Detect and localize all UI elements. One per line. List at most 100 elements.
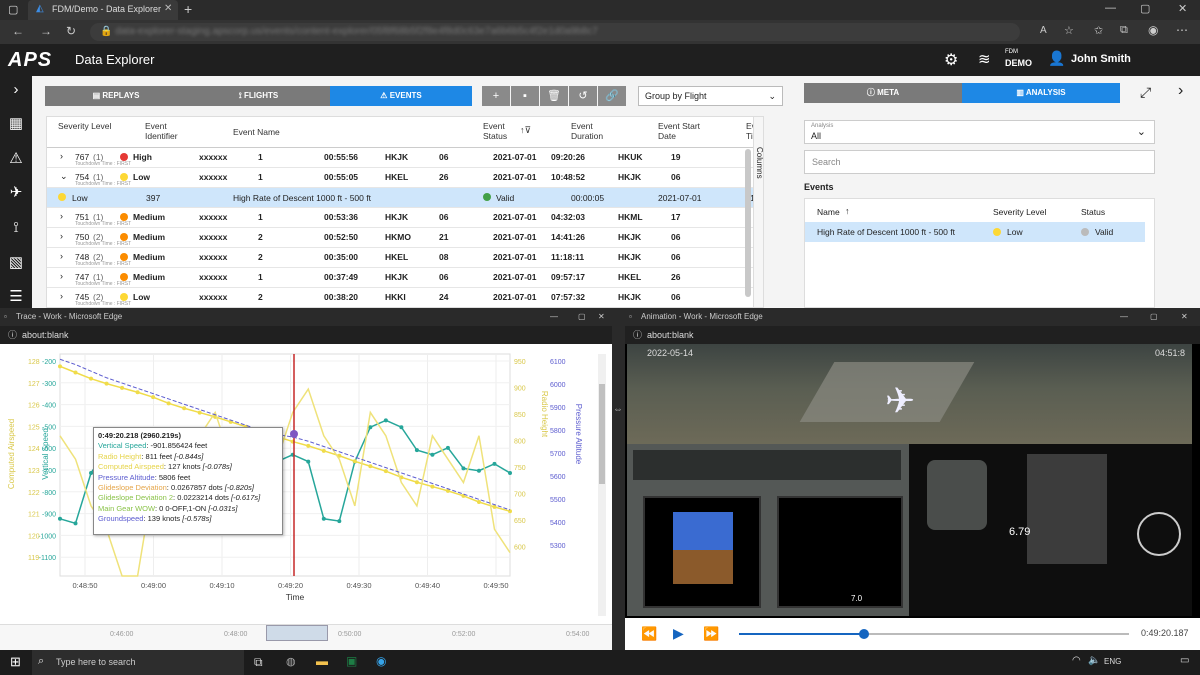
row-cell: HKJK — [618, 172, 642, 182]
maximize-icon[interactable]: ▢ — [1140, 2, 1150, 15]
warning-icon[interactable]: ⚠ — [6, 149, 26, 169]
network-icon[interactable]: ◠ — [1072, 655, 1081, 666]
sort-filter-icon[interactable]: ↑⊽ — [520, 125, 531, 135]
expand-chevron-icon[interactable]: › — [60, 271, 63, 281]
expand-chevron-icon[interactable]: › — [60, 231, 63, 241]
profile-icon[interactable]: ◉ — [1148, 23, 1158, 37]
windows-start-icon[interactable]: ⊞ — [10, 654, 21, 670]
forward-icon[interactable]: → — [40, 24, 52, 38]
taskbar-search[interactable]: ⌕ Type here to search — [32, 650, 244, 675]
minimize-icon[interactable]: — — [550, 308, 558, 326]
language-indicator[interactable]: ENG — [1104, 657, 1121, 666]
more-icon[interactable]: ⋯ — [1176, 23, 1188, 37]
tab-replays[interactable]: ▤ REPLAYS — [45, 86, 187, 106]
timeline-track[interactable] — [739, 629, 1129, 639]
favorites-icon[interactable]: ✩ — [1094, 24, 1103, 37]
search-input[interactable]: Search — [804, 150, 1155, 174]
notifications-icon[interactable]: ▭ — [1180, 655, 1189, 666]
minimize-icon[interactable]: — — [1105, 2, 1116, 14]
columns-sidebar[interactable]: Columns — [753, 117, 763, 307]
collections-icon[interactable]: ⧉ — [1120, 24, 1128, 37]
route-icon[interactable]: ⟟ — [6, 218, 26, 238]
col-status[interactable]: Status — [1081, 207, 1105, 217]
add-button[interactable]: + — [482, 86, 510, 106]
expand-chevron-icon[interactable]: › — [60, 291, 63, 301]
table-row[interactable]: ⌄ 754 (1) Touchdown Time : FIRST Low xxxxxx 1 0… — [47, 168, 753, 188]
analysis-select[interactable]: Analysis All ⌄ — [804, 120, 1155, 144]
col-event-start-date[interactable]: Event Start Date — [658, 121, 708, 141]
map-icon[interactable]: ▧ — [6, 253, 26, 273]
events-table-row[interactable]: High Rate of Descent 1000 ft - 500 ft Lo… — [805, 222, 1145, 242]
sort-asc-icon[interactable]: ↑ — [845, 206, 850, 216]
table-row[interactable]: › 750 (2) Touchdown Time : FIRST Medium xxxxx… — [47, 228, 753, 248]
group-by-select[interactable]: Group by Flight ⌄ — [638, 86, 783, 106]
maximize-icon[interactable]: ▢ — [578, 308, 586, 326]
col-event-duration[interactable]: Event Duration — [571, 121, 621, 141]
reload-icon[interactable]: ↻ — [66, 24, 76, 38]
browser-tab[interactable]: ◭ FDM/Demo - Data Explorer ✕ — [28, 0, 178, 20]
close-icon[interactable]: ✕ — [598, 308, 605, 326]
col-event-status[interactable]: Event Status — [483, 121, 517, 141]
delete-icon[interactable]: 🗑 — [540, 86, 568, 106]
edge-icon[interactable]: ◉ — [376, 654, 386, 668]
file-explorer-icon[interactable]: ▬ — [316, 654, 328, 668]
layers-icon[interactable]: ≋ — [978, 50, 991, 68]
volume-icon[interactable]: 🔈 — [1088, 655, 1100, 666]
calendar-icon[interactable]: ▦ — [6, 114, 26, 134]
back-icon[interactable]: ← — [12, 24, 24, 38]
play-icon[interactable]: ▶ — [673, 625, 684, 642]
table-row[interactable]: › 745 (2) Touchdown Time : FIRST Low xxxxxx 2 0… — [47, 288, 753, 307]
close-window-icon[interactable]: ✕ — [1178, 2, 1187, 15]
rewind-icon[interactable]: ⏪ — [641, 626, 657, 642]
expand-chevron-icon[interactable]: › — [60, 251, 63, 261]
tab-events[interactable]: ⚠ EVENTS — [330, 86, 472, 106]
overview-navigator[interactable]: 0:46:00 0:48:00 0:50:00 0:52:00 0:54:00 — [0, 624, 612, 650]
table-row[interactable]: › 751 (1) Touchdown Time : FIRST Medium xxxxx… — [47, 208, 753, 228]
database-icon[interactable]: ☰ — [6, 287, 26, 307]
task-view-icon[interactable]: ⧉ — [254, 655, 263, 670]
dell-icon[interactable]: ◍ — [286, 655, 296, 668]
tab-meta[interactable]: ⓘ META — [804, 83, 962, 103]
overview-range-selector[interactable] — [266, 625, 328, 641]
user-icon[interactable]: 👤 — [1048, 50, 1065, 67]
col-event-identifier[interactable]: Event Identifier — [145, 121, 195, 141]
new-tab-icon[interactable]: + — [184, 1, 192, 17]
table-row[interactable]: › 748 (2) Touchdown Time : FIRST Medium xxxxx… — [47, 248, 753, 268]
table-row[interactable]: › 767 (1) Touchdown Time : FIRST High xxxxxx 1… — [47, 148, 753, 168]
table-row[interactable]: › 747 (1) Touchdown Time : FIRST Medium xxxxx… — [47, 268, 753, 288]
close-tab-icon[interactable]: ✕ — [164, 3, 172, 14]
save-icon[interactable]: ▪ — [511, 86, 539, 106]
fullscreen-icon[interactable]: ⤢ — [1140, 84, 1151, 101]
detail-date: 2021-07-01 — [658, 193, 702, 203]
timeline-knob[interactable] — [858, 629, 869, 639]
fast-forward-icon[interactable]: ⏩ — [703, 626, 719, 642]
airplane-icon[interactable]: ✈ — [6, 183, 26, 203]
resize-icon[interactable]: ⇔ — [613, 404, 623, 415]
trace-chart[interactable]: 0:48:50 0:49:00 0:49:10 0:49:20 0:49:30 0:49:… — [0, 344, 612, 624]
read-aloud-icon[interactable]: A — [1040, 25, 1047, 36]
collapse-chevron-icon[interactable]: › — [1178, 82, 1183, 100]
col-severity[interactable]: Severity Level — [58, 121, 118, 131]
collapse-chevron-icon[interactable]: ⌄ — [60, 171, 68, 182]
favorite-star-icon[interactable]: ☆ — [1064, 24, 1074, 37]
expand-chevron-icon[interactable]: › — [60, 151, 63, 161]
settings-gear-icon[interactable]: ⚙ — [944, 50, 958, 70]
col-name[interactable]: Name — [817, 207, 840, 217]
expand-chevron-icon[interactable]: › — [60, 211, 63, 221]
detail-row[interactable]: Low 397 High Rate of Descent 1000 ft - 500… — [47, 188, 755, 208]
col-severity[interactable]: Severity Level — [993, 207, 1046, 217]
grid-scrollbar[interactable] — [745, 149, 751, 297]
undo-icon[interactable]: ↺ — [569, 86, 597, 106]
col-event-name[interactable]: Event Name — [233, 127, 280, 137]
maximize-icon[interactable]: ▢ — [1150, 308, 1158, 326]
expand-chevron-icon[interactable]: › — [6, 80, 26, 100]
window-menu-icon[interactable]: ▢ — [8, 3, 18, 16]
user-name[interactable]: John Smith — [1071, 53, 1131, 65]
close-icon[interactable]: ✕ — [1181, 308, 1188, 326]
tab-flights[interactable]: ⟟ FLIGHTS — [187, 86, 330, 106]
minimize-icon[interactable]: — — [1120, 308, 1128, 326]
url-field[interactable]: 🔒 data-explorer-staging.apscorp.us/event… — [90, 23, 1020, 41]
excel-icon[interactable]: ▣ — [346, 654, 357, 668]
tab-analysis[interactable]: ▥ ANALYSIS — [962, 83, 1120, 103]
link-icon[interactable]: 🔗 — [598, 86, 626, 106]
